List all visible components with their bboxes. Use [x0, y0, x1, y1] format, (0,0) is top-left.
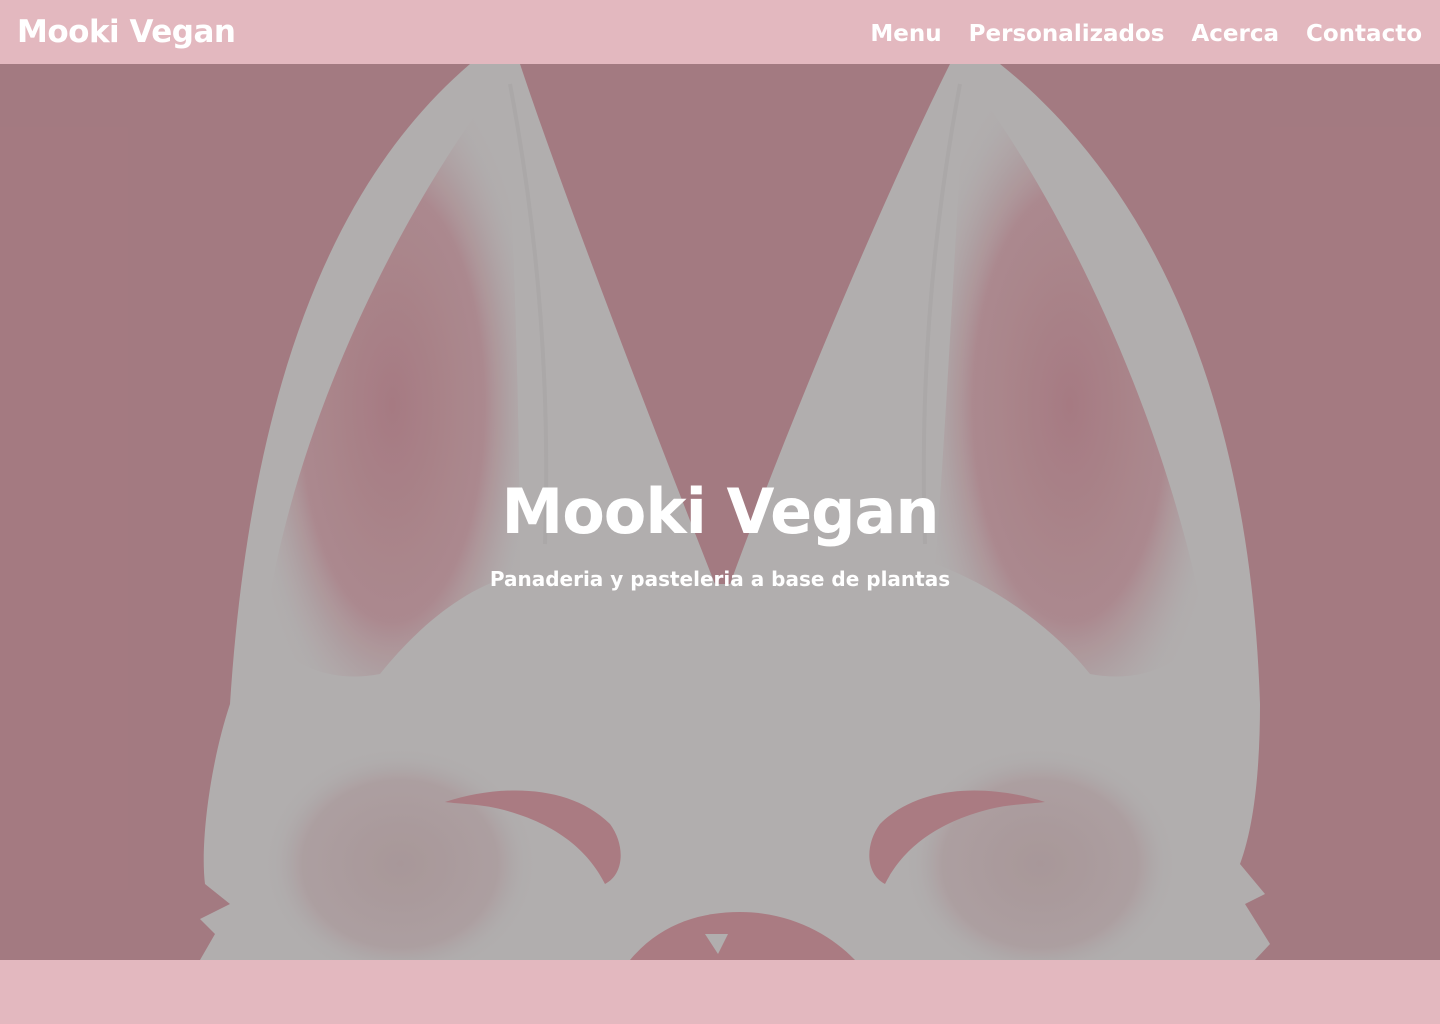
nav-link-contacto[interactable]: Contacto: [1306, 18, 1422, 50]
hero-subtitle: Panaderia y pasteleria a base de plantas: [489, 567, 951, 591]
nav-link-personalizados[interactable]: Personalizados: [969, 18, 1165, 50]
nav-link-menu[interactable]: Menu: [870, 18, 941, 50]
bottom-band: [0, 960, 1440, 1024]
brand-logo-link[interactable]: Mooki Vegan: [17, 13, 236, 51]
nav-link-acerca[interactable]: Acerca: [1191, 18, 1279, 50]
top-navigation-bar: Mooki Vegan Menu Personalizados Acerca C…: [0, 0, 1440, 64]
hero-section: Mooki Vegan Panaderia y pasteleria a bas…: [0, 64, 1440, 960]
hero-title: Mooki Vegan: [501, 475, 940, 548]
main-nav: Menu Personalizados Acerca Contacto: [870, 18, 1422, 50]
